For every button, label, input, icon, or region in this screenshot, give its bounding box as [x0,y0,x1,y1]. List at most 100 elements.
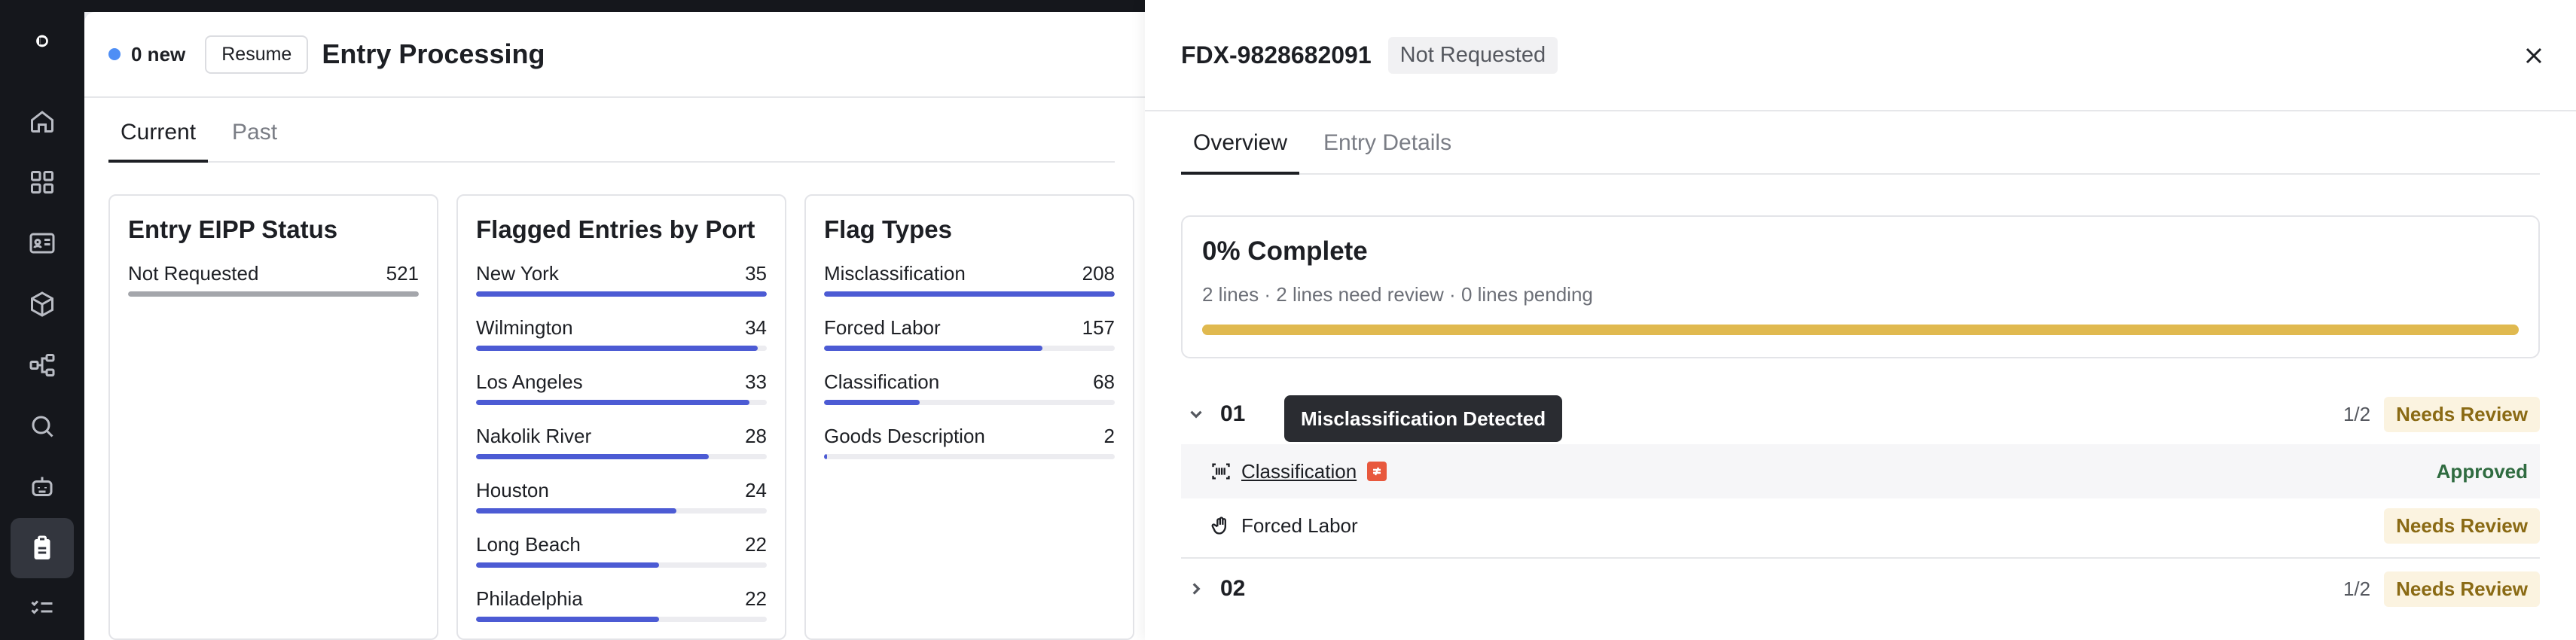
stat-label: Not Requested [128,262,259,285]
barcode-scan-icon [1210,460,1232,483]
stat-bar [824,454,1115,459]
card-entry-eipp-status: Entry EIPP Status Not Requested 521 [108,194,438,640]
close-button[interactable] [2522,44,2546,68]
sidebar-item-documents[interactable] [11,213,74,273]
sidebar [0,0,84,640]
tab-overview[interactable]: Overview [1181,111,1300,175]
stat-bar-fill [476,400,749,405]
tab-past[interactable]: Past [220,111,289,163]
card-flag-types: Flag Types Misclassification 208 Forced L… [804,194,1134,640]
sidebar-item-entries[interactable] [11,518,74,578]
stat-bar-fill [824,291,1115,297]
page-header: 0 new Resume Entry Processing [84,12,1145,98]
app-logo-icon[interactable] [23,35,62,47]
stat-row[interactable]: Long Beach 22 [476,533,767,568]
stat-row[interactable]: Wilmington 34 [476,316,767,351]
card-title: Flagged Entries by Port [476,215,755,243]
stat-value: 34 [745,316,767,339]
stat-row[interactable]: Los Angeles 33 [476,370,767,405]
stat-bar-fill [476,508,677,514]
stat-bar [824,400,1115,405]
stat-row[interactable]: Houston 24 [476,479,767,514]
misclassification-flag-icon[interactable] [1367,462,1387,481]
drawer-tabs: Overview Entry Details [1181,111,2540,175]
review-count: 1/2 [2343,402,2371,425]
stat-bar [476,346,767,351]
sidebar-item-agents[interactable] [11,457,74,517]
review-count: 1/2 [2343,577,2371,600]
search-icon [32,416,53,437]
sidebar-item-workflows[interactable] [11,335,74,395]
sidebar-item-home[interactable] [11,91,74,151]
stat-bar-fill [476,617,660,622]
stat-value: 22 [745,587,767,610]
tab-current[interactable]: Current [108,111,209,163]
sidebar-item-search[interactable] [11,396,74,456]
stat-row[interactable]: Forced Labor 157 [824,316,1115,351]
stat-bar [476,400,767,405]
progress-title: 0% Complete [1202,236,1368,266]
sidebar-item-dashboard[interactable] [11,152,74,212]
sidebar-item-tasks[interactable] [11,579,74,639]
tooltip: Misclassification Detected [1284,395,1563,442]
stat-bar-fill [476,454,709,459]
stat-bar-fill [824,454,827,459]
stat-label: Forced Labor [824,316,941,339]
stat-row[interactable]: Misclassification 208 [824,262,1115,297]
main-tabs: Current Past [108,111,1115,163]
main-panel: 0 new Resume Entry Processing Current Pa… [84,12,1145,640]
line-item-label: Forced Labor [1241,514,1358,537]
checklist-icon [31,600,53,614]
classification-link[interactable]: Classification [1241,460,1357,483]
resume-button[interactable]: Resume [205,35,309,74]
stat-value: 521 [386,262,419,285]
line-item-forced-labor[interactable]: Forced Labor Needs Review [1181,498,2540,553]
stat-value: 28 [745,425,767,447]
progress-summary: 2 lines · 2 lines need review · 0 lines … [1202,283,1593,306]
stat-bar [824,291,1115,297]
card-flagged-entries-by-port: Flagged Entries by Port New York 35 Wilmi… [456,194,786,640]
stat-bar-fill [476,346,758,351]
drawer-header: FDX-9828682091 Not Requested [1145,0,2576,111]
stat-value: 2 [1103,425,1115,447]
stat-label: Wilmington [476,316,573,339]
stat-row[interactable]: Not Requested 521 [128,262,419,297]
stat-label: Los Angeles [476,370,583,393]
card-title: Flag Types [824,215,952,243]
close-icon [2526,47,2542,64]
stat-row[interactable]: Nakolik River 28 [476,425,767,459]
stat-bar [476,291,767,297]
line-list: 01 Misclassification Detected 1/2 Needs … [1181,384,2540,619]
line-header[interactable]: 01 Misclassification Detected 1/2 Needs … [1181,384,2540,444]
stat-value: 33 [745,370,767,393]
stat-label: Philadelphia [476,587,583,610]
clipboard-icon [34,535,50,559]
stat-row[interactable]: Goods Description 2 [824,425,1115,459]
line-header[interactable]: 02 1/2 Needs Review [1181,559,2540,619]
chevron-right-icon[interactable] [1181,574,1211,604]
id-card-icon [29,233,55,254]
new-count: 0 new [131,42,186,66]
stat-label: Goods Description [824,425,985,447]
stat-value: 22 [745,533,767,556]
status-badge: Not Requested [1387,36,1558,74]
stat-bar-fill [476,562,660,568]
stat-label: Houston [476,479,549,501]
stat-row[interactable]: New York 35 [476,262,767,297]
tab-entry-details[interactable]: Entry Details [1311,111,1463,175]
line-number: 02 [1220,576,1246,601]
stat-bar [476,454,767,459]
line-item-classification[interactable]: Classification Approved [1181,444,2540,498]
stat-label: Classification [824,370,940,393]
hand-icon [1210,514,1232,537]
stat-bar-fill [824,346,1042,351]
stat-row[interactable]: Philadelphia 22 [476,587,767,622]
sidebar-item-products[interactable] [11,274,74,334]
chevron-down-icon[interactable] [1181,399,1211,429]
entry-detail-drawer: FDX-9828682091 Not Requested Overview En… [1145,0,2576,640]
stat-bar-fill [128,291,419,297]
stat-row[interactable]: Classification 68 [824,370,1115,405]
stat-value: 157 [1082,316,1115,339]
stat-label: New York [476,262,559,285]
sidebar-nav [11,91,74,640]
